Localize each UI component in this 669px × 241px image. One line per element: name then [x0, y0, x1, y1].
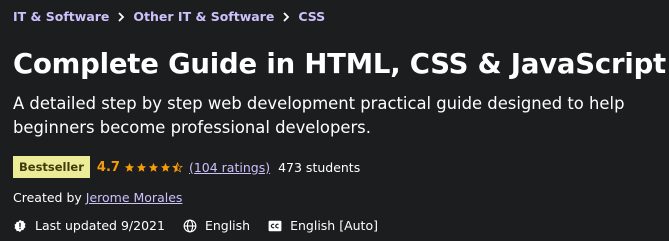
rating-value: 4.7: [96, 159, 120, 175]
star-icon: [148, 162, 159, 172]
students-count: 473 students: [278, 159, 361, 175]
chevron-right-icon: [282, 11, 290, 22]
language-text: English: [204, 218, 251, 233]
rating-row: Bestseller 4.7 (104 ratings) 473 student…: [13, 156, 360, 178]
star-icon: [160, 162, 171, 172]
created-by: Created by Jerome Morales: [13, 190, 182, 205]
star-icon: [124, 162, 135, 172]
course-meta: Last updated 9/2021 English English [Aut…: [13, 218, 396, 233]
instructor-link[interactable]: Jerome Morales: [86, 190, 183, 205]
breadcrumb-item-it-software[interactable]: IT & Software: [13, 9, 109, 24]
closed-captions-icon: [268, 220, 282, 231]
ratings-count-link[interactable]: (104 ratings): [189, 160, 270, 175]
star-rating: [124, 161, 184, 173]
last-updated-text: Last updated 9/2021: [35, 218, 165, 233]
course-title: Complete Guide in HTML, CSS & JavaScript: [13, 48, 667, 80]
star-icon: [136, 162, 147, 172]
globe-icon: [183, 219, 197, 232]
last-updated: Last updated 9/2021: [13, 218, 165, 233]
breadcrumb-item-css[interactable]: CSS: [298, 9, 325, 24]
captions-text: English [Auto]: [290, 218, 378, 233]
created-by-label: Created by: [13, 190, 82, 205]
breadcrumb-item-other-it-software[interactable]: Other IT & Software: [133, 9, 274, 24]
star-half-icon: [171, 161, 183, 172]
breadcrumb: IT & Software Other IT & Software CSS: [13, 9, 325, 24]
course-language: English: [183, 218, 250, 233]
chevron-right-icon: [117, 11, 125, 22]
course-subtitle: A detailed step by step web development …: [13, 94, 625, 137]
alert-badge-icon: [14, 219, 26, 232]
course-captions: English [Auto]: [268, 218, 378, 233]
bestseller-badge: Bestseller: [13, 156, 90, 178]
